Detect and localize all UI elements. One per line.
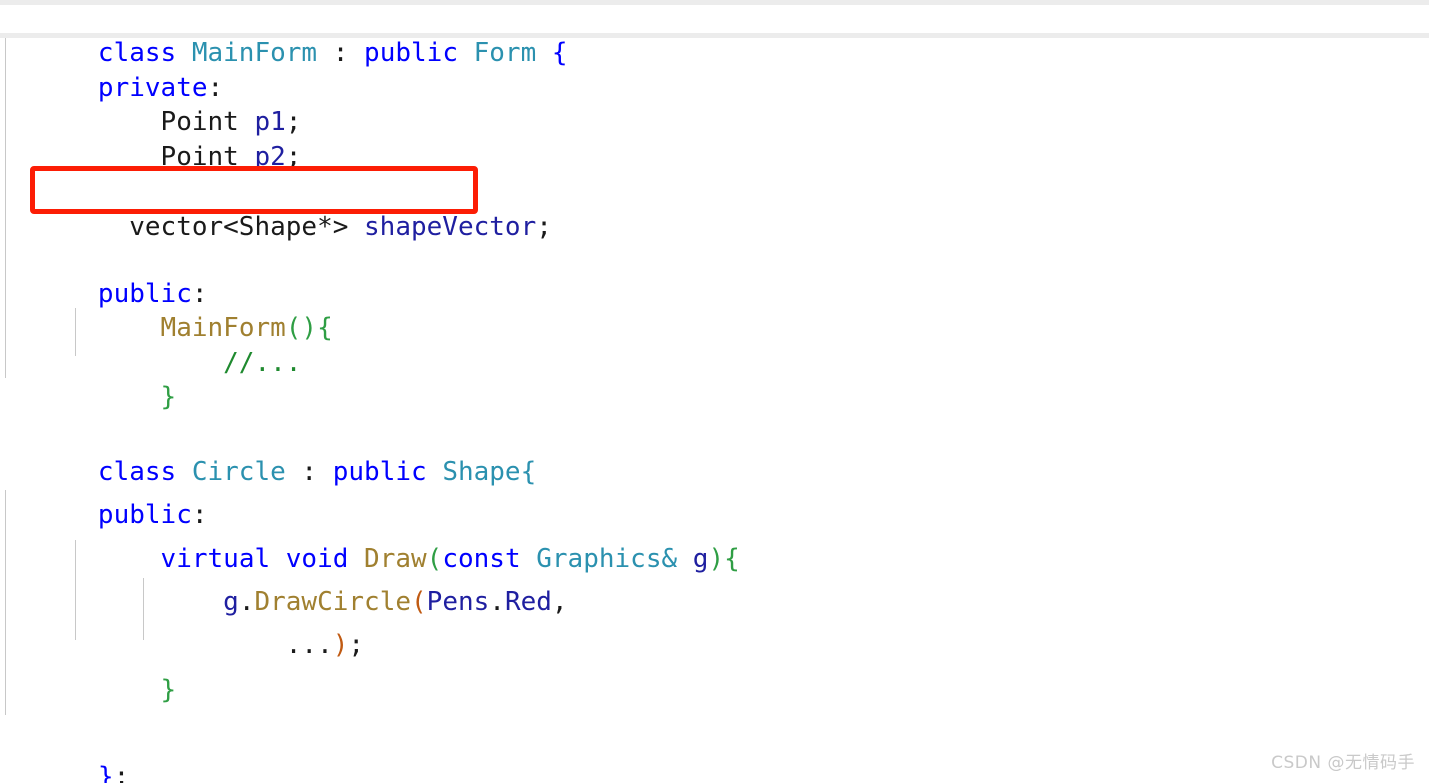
- token-colon-4: :: [285, 456, 333, 487]
- code-line-16: };: [4, 725, 129, 783]
- token-type-shape: Shape: [442, 456, 521, 487]
- token-param-g: g: [692, 543, 709, 574]
- token-indent-7: [98, 675, 161, 705]
- token-space-1: [458, 38, 474, 68]
- token-brace-close-2: }: [160, 674, 177, 705]
- code-line-10: class Circle : public Shape{: [4, 420, 536, 487]
- token-paren-close-1: ): [708, 543, 725, 574]
- code-line-7: MainForm(){: [4, 276, 333, 343]
- code-block: class MainForm : public Form { private: …: [0, 0, 1429, 783]
- token-brace-open-3: {: [520, 456, 537, 487]
- code-line-2: private:: [4, 36, 223, 103]
- token-ellipsis-args: ...: [285, 629, 333, 660]
- token-space-3: [427, 457, 443, 487]
- token-paren-close-2: ): [332, 629, 349, 660]
- code-line-15: }: [4, 638, 177, 705]
- token-type-form: Form: [473, 37, 537, 68]
- token-indent-3: [98, 382, 161, 412]
- token-brace-open-2: {: [317, 312, 333, 343]
- code-line-11: public:: [4, 463, 208, 530]
- token-type-vector-shape: vector<Shape*>: [97, 211, 365, 242]
- token-semicolon-4: ;: [348, 629, 365, 660]
- token-space-2: [536, 38, 552, 68]
- token-space-4: [677, 544, 693, 574]
- token-keyword-public-1: public: [364, 37, 458, 68]
- token-var-red: Red: [504, 586, 552, 617]
- token-colon-1: :: [317, 37, 365, 68]
- code-line-14: ...);: [4, 593, 364, 660]
- code-line-8: //...: [4, 311, 301, 378]
- token-semicolon-5: ;: [113, 761, 130, 783]
- code-line-1: class MainForm : public Form {: [4, 1, 568, 68]
- token-paren-open-2: (: [411, 586, 427, 617]
- token-comment-ellipsis: //...: [223, 347, 302, 378]
- csdn-watermark: CSDN @无情码手: [1271, 753, 1415, 773]
- code-line-6: public:: [4, 242, 208, 309]
- token-brace-close-1: }: [160, 381, 177, 412]
- token-comma-1: ,: [551, 586, 568, 617]
- code-line-13: g.DrawCircle(Pens.Red,: [4, 550, 567, 617]
- token-brace-open-4: {: [724, 543, 740, 574]
- token-brace-close-3: }: [97, 761, 114, 783]
- token-brace-open-1: {: [551, 37, 568, 68]
- code-line-4: Point p2;: [4, 105, 302, 172]
- code-line-12: virtual void Draw(const Graphics& g){: [4, 507, 740, 574]
- code-screenshot: class MainForm : public Form { private: …: [0, 0, 1429, 783]
- code-line-9: }: [4, 345, 177, 412]
- token-dot-2: .: [489, 586, 505, 617]
- token-semicolon-3: ;: [536, 211, 552, 242]
- token-var-shapevector: shapeVector: [364, 211, 537, 242]
- red-highlight-box: [30, 166, 478, 214]
- code-line-3: Point p1;: [4, 70, 302, 137]
- token-var-pens: Pens: [426, 586, 490, 617]
- token-keyword-public-3: public: [332, 456, 427, 487]
